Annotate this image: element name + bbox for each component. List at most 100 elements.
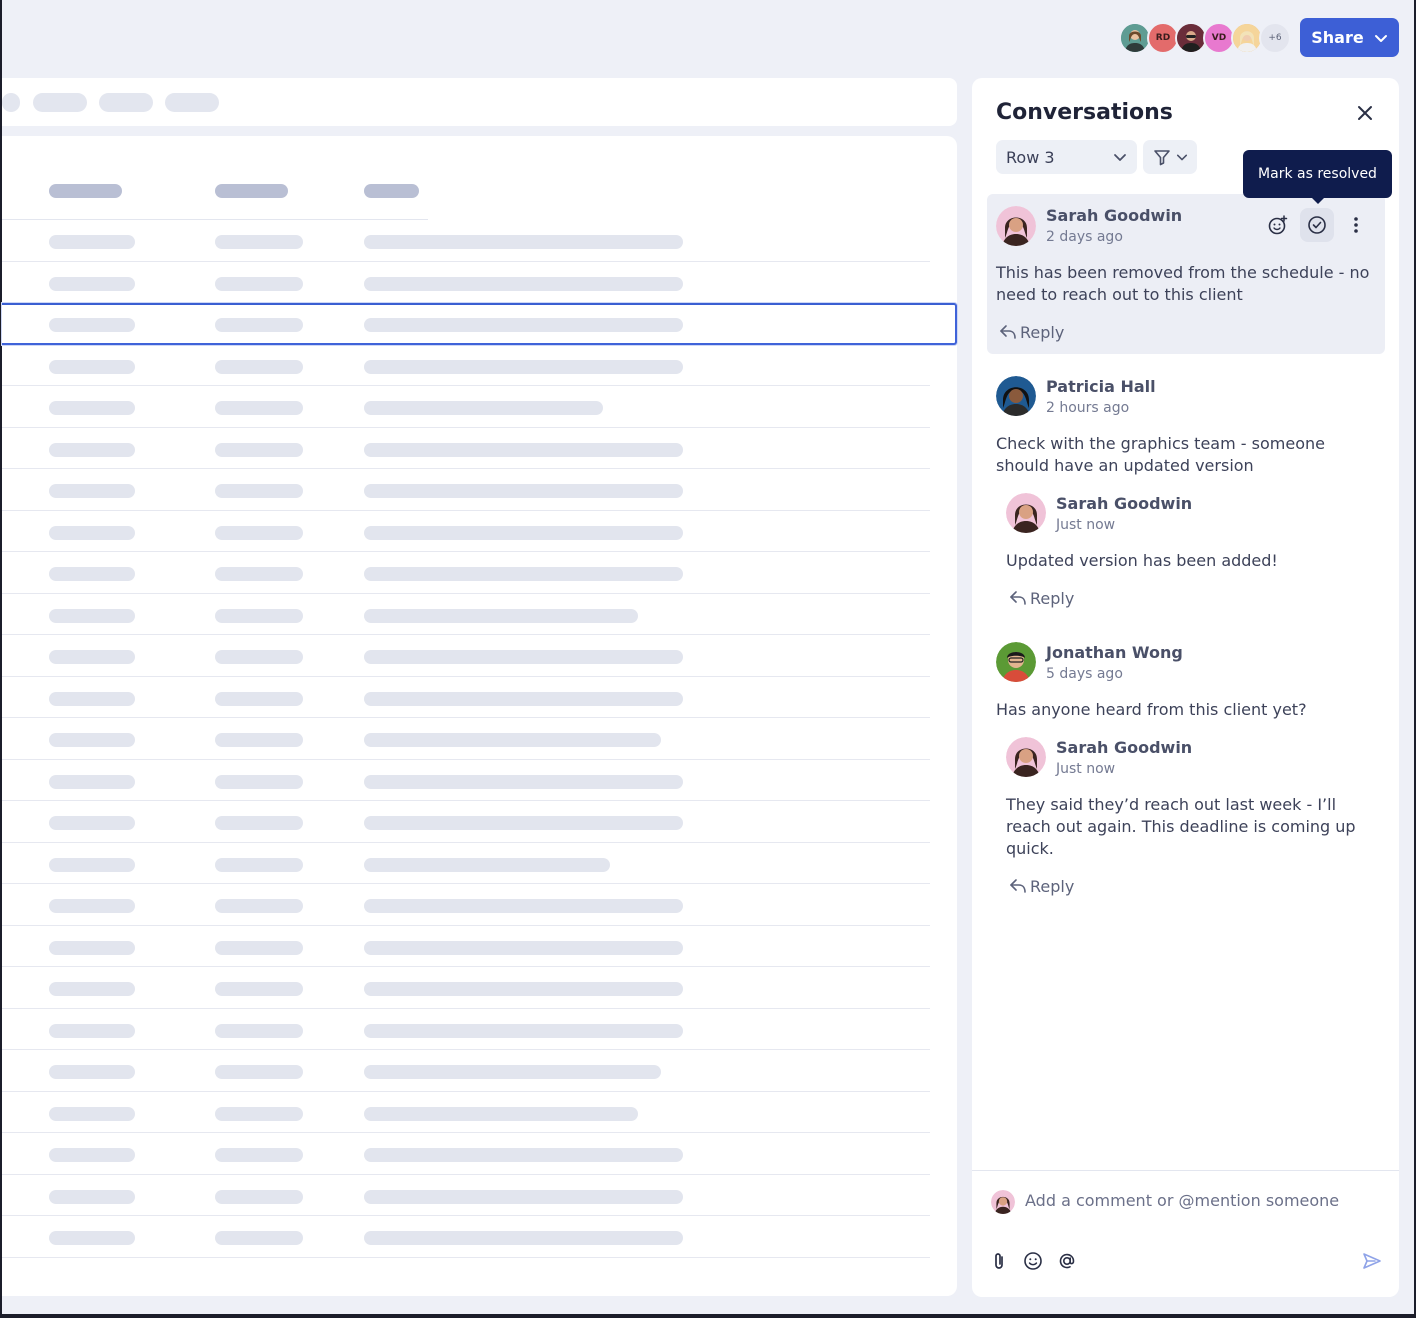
- close-icon[interactable]: [1355, 103, 1375, 123]
- collaborator-avatars[interactable]: RD VD +6: [1119, 22, 1291, 54]
- table-row[interactable]: [2, 1009, 930, 1050]
- table-cell-placeholder: [364, 1065, 661, 1079]
- filter-button[interactable]: [1143, 140, 1197, 174]
- table-row[interactable]: [2, 635, 930, 677]
- table-cell-placeholder: [215, 276, 303, 291]
- table-row[interactable]: [2, 718, 930, 760]
- table-row[interactable]: [2, 428, 930, 469]
- column-header[interactable]: [364, 184, 419, 198]
- attachment-icon[interactable]: [988, 1250, 1010, 1272]
- table-cell-placeholder: [364, 733, 661, 747]
- share-label: Share: [1311, 28, 1364, 47]
- send-icon[interactable]: [1361, 1250, 1383, 1272]
- table-cell-placeholder: [215, 899, 303, 913]
- check-circle-icon: [1308, 216, 1326, 234]
- column-header[interactable]: [49, 184, 122, 198]
- table-row[interactable]: [2, 1092, 930, 1133]
- table-cell-placeholder: [215, 774, 303, 789]
- comment-author: Jonathan Wong: [1046, 643, 1183, 662]
- selected-table-row[interactable]: [2, 303, 957, 345]
- table-row[interactable]: [2, 967, 930, 1009]
- table-row[interactable]: [2, 511, 930, 552]
- table-cell-placeholder: [49, 525, 135, 540]
- comment-text: This has been removed from the schedule …: [996, 263, 1370, 304]
- filter-icon: [1154, 150, 1170, 166]
- table-row[interactable]: [2, 262, 930, 303]
- emoji-icon[interactable]: [1022, 1250, 1044, 1272]
- table-row[interactable]: [2, 884, 930, 926]
- table-cell-placeholder: [49, 318, 135, 332]
- table-row[interactable]: [2, 926, 930, 967]
- reply-icon: [1010, 879, 1026, 893]
- table-cell-placeholder: [364, 608, 638, 623]
- avatar[interactable]: [996, 206, 1036, 246]
- reply-icon: [1010, 591, 1026, 605]
- toolbar-pill[interactable]: [33, 93, 87, 112]
- column-header[interactable]: [215, 184, 288, 198]
- avatar[interactable]: [996, 376, 1036, 416]
- reply-button[interactable]: Reply: [1008, 876, 1074, 896]
- table-row[interactable]: [2, 1133, 930, 1175]
- table-cell-placeholder: [215, 235, 303, 249]
- share-button[interactable]: Share: [1300, 18, 1399, 57]
- composer-divider: [972, 1170, 1399, 1171]
- table-cell-placeholder: [215, 940, 303, 955]
- table-row[interactable]: [2, 677, 930, 718]
- avatar[interactable]: [1006, 737, 1046, 777]
- table-cell-placeholder: [215, 1023, 303, 1038]
- table-cell-placeholder: [49, 484, 135, 498]
- table-row[interactable]: [2, 220, 930, 262]
- table-cell-placeholder: [215, 608, 303, 623]
- table-cell-placeholder: [49, 567, 135, 581]
- table-row[interactable]: [2, 552, 930, 594]
- table-cell-placeholder: [49, 1231, 135, 1245]
- sheet-toolbar: [2, 78, 957, 126]
- table-cell-placeholder: [215, 1231, 303, 1245]
- table-cell-placeholder: [49, 816, 135, 830]
- table-cell-placeholder: [364, 401, 603, 415]
- avatar[interactable]: [1006, 493, 1046, 533]
- table-cell-placeholder: [49, 1106, 135, 1121]
- table-row[interactable]: [2, 1175, 930, 1216]
- table-cell-placeholder: [49, 774, 135, 789]
- table-cell-placeholder: [49, 442, 135, 457]
- table-cell-placeholder: [364, 650, 683, 664]
- table-row[interactable]: [2, 345, 930, 386]
- avatar[interactable]: [996, 642, 1036, 682]
- table-row[interactable]: [2, 843, 930, 884]
- table-cell-placeholder: [364, 982, 683, 996]
- reply-label: Reply: [1030, 588, 1075, 608]
- avatar-more-count[interactable]: +6: [1259, 22, 1291, 54]
- comment-text: Check with the graphics team - someone s…: [996, 434, 1325, 475]
- comment-input[interactable]: Add a comment or @mention someone: [1025, 1191, 1339, 1210]
- table-cell-placeholder: [215, 733, 303, 747]
- toolbar-pill[interactable]: [165, 93, 219, 112]
- comment-text: Has anyone heard from this client yet?: [996, 700, 1307, 719]
- reply-label: Reply: [1020, 322, 1065, 342]
- toolbar-pill[interactable]: [99, 93, 153, 112]
- add-reaction-icon[interactable]: [1265, 212, 1291, 238]
- mention-icon[interactable]: [1056, 1250, 1078, 1272]
- table-cell-placeholder: [49, 691, 135, 706]
- table-cell-placeholder: [364, 774, 683, 789]
- table-row[interactable]: [2, 760, 930, 801]
- table-row[interactable]: [2, 1216, 930, 1258]
- table-row[interactable]: [2, 386, 930, 428]
- table-row[interactable]: [2, 469, 930, 511]
- toolbar-pill[interactable]: [2, 93, 20, 112]
- table-row[interactable]: [2, 801, 930, 843]
- reply-button[interactable]: Reply: [998, 322, 1064, 342]
- table-cell-placeholder: [364, 276, 683, 291]
- table-row[interactable]: [2, 594, 930, 635]
- row-filter-select[interactable]: Row 3: [996, 140, 1137, 174]
- table-cell-placeholder: [364, 1148, 683, 1162]
- mark-resolved-button[interactable]: [1300, 208, 1334, 242]
- table-cell-placeholder: [364, 1023, 683, 1038]
- table-cell-placeholder: [215, 1189, 303, 1204]
- table-cell-placeholder: [49, 1065, 135, 1079]
- table-row[interactable]: [2, 1050, 930, 1092]
- table-cell-placeholder: [49, 857, 135, 872]
- comment-author: Sarah Goodwin: [1056, 738, 1193, 757]
- more-options-icon[interactable]: [1343, 212, 1369, 238]
- reply-button[interactable]: Reply: [1008, 588, 1074, 608]
